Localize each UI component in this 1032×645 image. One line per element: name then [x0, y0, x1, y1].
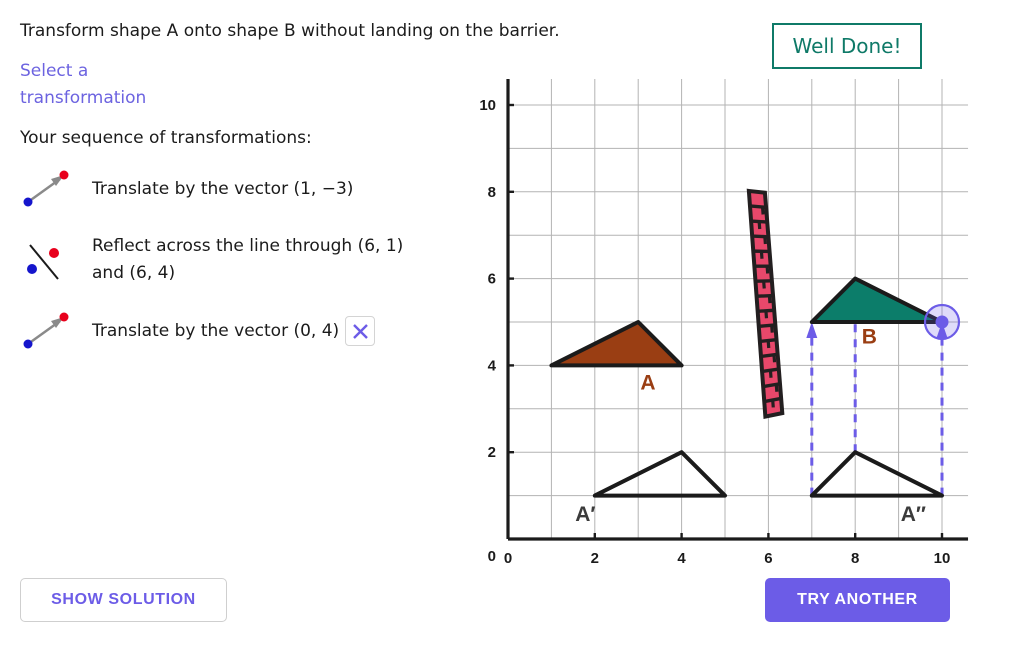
shape-label-B: B	[862, 326, 877, 349]
brick-joint-line	[770, 325, 774, 333]
y-tick-label: 8	[488, 184, 496, 201]
delete-transformation-button[interactable]	[345, 316, 376, 346]
show-solution-button[interactable]: SHOW SOLUTION	[20, 578, 227, 622]
y-tick-label: 4	[488, 357, 497, 374]
brick-joint-line	[763, 236, 767, 245]
x-tick-label: 10	[934, 550, 951, 567]
list-item[interactable]: Reflect across the line through (6, 1) a…	[20, 228, 475, 292]
brick-joint-line	[764, 310, 769, 319]
sequence-heading: Your sequence of transformations:	[20, 128, 312, 148]
y-tick-label: 0	[488, 548, 496, 565]
shape-label-A-prime: A′	[575, 503, 595, 526]
list-item[interactable]: Translate by the vector (0, 4)	[20, 304, 475, 358]
brick-joint-line	[757, 221, 762, 230]
brick-joint-line	[772, 354, 777, 363]
handle-center-dot	[935, 315, 949, 329]
shape-label-A-double-prime: A″	[901, 503, 926, 526]
list-item-label: Translate by the vector (1, −3)	[92, 178, 354, 199]
shape-A-double-prime	[809, 450, 944, 498]
reflect-line-icon	[20, 237, 82, 283]
brick-joint-line	[766, 340, 771, 349]
try-another-button[interactable]: TRY ANOTHER	[765, 578, 950, 622]
x-tick-label: 6	[764, 550, 772, 567]
brick-barrier	[746, 188, 785, 420]
x-tick-label: 2	[591, 550, 599, 567]
list-item-label: Reflect across the line through (6, 1) a…	[92, 236, 404, 283]
x-tick-label: 4	[677, 550, 686, 567]
shape-A-prime	[592, 450, 727, 498]
brick-joint-line	[760, 206, 765, 215]
select-transformation-link[interactable]: Select a transformation	[20, 58, 190, 112]
brick-joint-line	[762, 280, 766, 289]
translate-vector-icon	[20, 308, 82, 354]
shape-B	[809, 276, 944, 324]
x-tick-label: 0	[504, 550, 512, 567]
shapes-layer	[549, 276, 944, 498]
x-tick-label: 8	[851, 550, 859, 567]
list-item[interactable]: Translate by the vector (1, −3)	[20, 162, 475, 216]
brick-joint-line	[768, 370, 773, 378]
translate-vector-icon	[20, 166, 82, 212]
y-tick-label: 6	[488, 271, 496, 288]
brick-joint-line	[774, 384, 779, 392]
coordinate-grid-graph[interactable]: 0 2 4 6 8 10 0 2 4 6 8 10 A B A′ A″	[470, 78, 990, 573]
list-item-label: Translate by the vector (0, 4)	[92, 320, 340, 341]
shape-A	[549, 320, 684, 368]
brick-joint-line	[767, 295, 772, 304]
close-icon	[352, 323, 368, 339]
vertex-handle[interactable]	[923, 303, 961, 341]
shape-label-A: A	[640, 371, 655, 394]
left-panel: Transform shape A onto shape B without l…	[20, 18, 560, 370]
prompt-text: Transform shape A onto shape B without l…	[20, 21, 560, 41]
graph-svg: 0 2 4 6 8 10 0 2 4 6 8 10 A B A′ A″	[479, 78, 969, 567]
brick-joint-line	[765, 266, 770, 274]
brick-joint-line	[759, 251, 764, 259]
y-tick-label: 2	[488, 444, 496, 461]
y-tick-label: 10	[479, 97, 496, 114]
transformation-sequence-list: Translate by the vector (1, −3) Reflect …	[20, 162, 475, 358]
translation-arrow-head	[806, 322, 818, 338]
status-badge: Well Done!	[772, 23, 922, 69]
brick-joint-line	[771, 399, 775, 408]
